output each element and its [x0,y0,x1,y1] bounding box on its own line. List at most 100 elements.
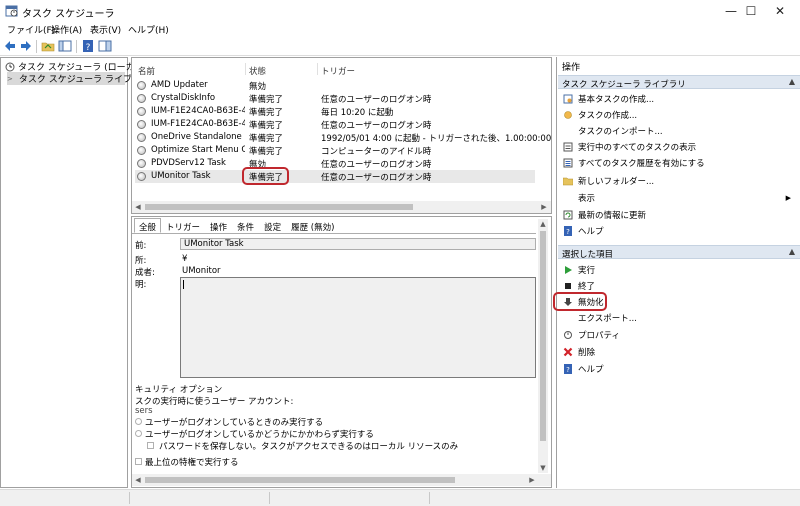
column-header-name[interactable]: 名前 [138,65,155,77]
tab-history[interactable]: 履歴 (無効) [286,218,339,233]
help-icon[interactable]: ? [81,39,95,53]
action-create-task[interactable]: タスクの作成... [563,107,637,123]
tab-settings[interactable]: 設定 [259,218,286,233]
collapse-icon[interactable]: ▲ [789,247,795,256]
column-divider[interactable] [245,63,246,75]
task-state: 準備完了 [249,134,284,144]
forward-arrow-icon[interactable] [19,39,33,53]
tree-item-library[interactable]: > タスク スケジューラ ライブラリ [7,72,150,85]
horizontal-scrollbar[interactable]: ◀ ▶ [132,474,551,486]
section-header-selected-item[interactable]: 選択した項目 ▲ [558,245,800,260]
action-import-task[interactable]: タスクのインポート... [563,123,663,139]
action-help[interactable]: ? ヘルプ [563,223,604,239]
action-delete[interactable]: 削除 [563,344,595,360]
checkbox-highest-privileges[interactable] [135,458,142,465]
action-create-basic-task[interactable]: 基本タスクの作成... [563,91,654,107]
folder-icon [563,177,573,186]
name-field[interactable]: UMonitor Task [180,238,536,250]
vertical-scrollbar[interactable]: ▲ ▼ [538,219,548,473]
menu-file[interactable]: ファイル(F) [7,23,55,36]
action-run[interactable]: 実行 [563,262,595,278]
table-row[interactable]: AMD Updater 無効 [135,79,535,92]
task-name: OneDrive Standalone Up... [151,132,245,142]
show-hide-console-tree-icon[interactable] [58,39,72,53]
clock-icon [5,62,15,71]
action-export[interactable]: エクスポート... [563,310,637,326]
task-state: 準備完了 [249,95,284,105]
tab-actions[interactable]: 操作 [205,218,232,233]
column-header-state[interactable]: 状態 [249,65,266,77]
task-scheduler-app-icon [5,5,18,17]
menu-bar: ファイル(F) 操作(A) 表示(V) ヘルプ(H) [0,22,800,37]
table-row[interactable]: IUM-F1E24CA0-B63E-4F1... 準備完了 毎日 10:20 に… [135,105,535,118]
action-label: ヘルプ [578,365,604,375]
radio-whether-logged-on[interactable] [135,430,142,437]
table-row[interactable]: CrystalDiskInfo 準備完了 任意のユーザーのログオン時 [135,92,535,105]
scroll-right-icon[interactable]: ▶ [539,202,549,212]
security-heading: キュリティ オプション [135,385,223,395]
scroll-left-icon[interactable]: ◀ [133,202,143,212]
action-label: 基本タスクの作成... [578,95,655,105]
checkbox-no-password[interactable] [147,442,154,449]
column-header-trigger[interactable]: トリガー [321,65,355,77]
scroll-down-icon[interactable]: ▼ [538,463,548,473]
action-display-running-tasks[interactable]: 実行中のすべてのタスクの表示 [563,139,696,155]
scrollbar-thumb[interactable] [540,231,546,441]
action-properties[interactable]: プロパティ [563,327,620,343]
task-icon [137,81,146,90]
table-row[interactable]: IUM-F1E24CA0-B63E-4F1... 準備完了 任意のユーザーのログ… [135,118,535,131]
scrollbar-thumb[interactable] [145,204,413,210]
collapse-icon[interactable]: ▲ [789,77,795,86]
action-new-folder[interactable]: 新しいフォルダー... [563,173,654,189]
description-field[interactable] [180,277,536,378]
action-label: 実行中のすべてのタスクの表示 [578,143,697,153]
detail-tabs: 全般 トリガー 操作 条件 設定 履歴 (無効) [134,218,339,233]
tab-triggers[interactable]: トリガー [161,218,205,233]
scroll-right-icon[interactable]: ▶ [527,475,537,485]
actions-pane: 操作 タスク スケジューラ ライブラリ ▲ 基本タスクの作成... タスクの作成… [553,57,800,488]
menu-view[interactable]: 表示(V) [90,23,121,36]
task-name: IUM-F1E24CA0-B63E-4F1... [151,119,245,129]
radio-logged-on[interactable] [135,418,142,425]
scroll-left-icon[interactable]: ◀ [133,475,143,485]
action-label: タスクの作成... [578,111,638,121]
section-header-library[interactable]: タスク スケジューラ ライブラリ ▲ [558,75,800,90]
task-trigger: 任意のユーザーのログオン時 [321,160,432,170]
horizontal-scrollbar[interactable]: ◀ ▶ [132,201,551,213]
task-trigger: 任意のユーザーのログオン時 [321,121,432,131]
table-row[interactable]: OneDrive Standalone Up... 準備完了 1992/05/0… [135,131,551,144]
table-row[interactable]: Optimize Start Menu Cac... 準備完了 コンピューターの… [135,144,535,157]
back-arrow-icon[interactable] [3,39,17,53]
console-tree: タスク スケジューラ (ローカル) > タスク スケジューラ ライブラリ [0,57,150,488]
task-icon [137,120,146,129]
submenu-arrow-icon: ▶ [785,194,791,202]
refresh-icon [563,210,573,220]
column-divider[interactable] [317,63,318,75]
action-label: 実行 [578,266,596,276]
task-state: 準備完了 [249,121,284,131]
scroll-up-icon[interactable]: ▲ [538,219,548,229]
up-folder-icon[interactable] [41,39,55,53]
action-label: ヘルプ [578,227,604,237]
properties-icon [564,331,572,339]
scrollbar-thumb[interactable] [145,477,455,483]
task-properties-pane: 全般 トリガー 操作 条件 設定 履歴 (無効) 前: UMonitor Tas… [131,216,552,488]
table-row[interactable]: PDVDServ12 Task 無効 任意のユーザーのログオン時 [135,157,535,170]
tab-divider [132,233,536,234]
tab-conditions[interactable]: 条件 [232,218,259,233]
svg-text:?: ? [86,43,91,53]
action-refresh[interactable]: 最新の情報に更新 [563,207,646,223]
action-help-selected[interactable]: ? ヘルプ [563,361,604,377]
menu-action[interactable]: 操作(A) [51,23,82,36]
action-enable-history[interactable]: すべてのタスク履歴を有効にする [563,155,705,171]
chevron-right-icon[interactable]: > [7,75,13,83]
blank-icon [563,126,573,136]
table-row-selected[interactable]: UMonitor Task 準備完了 任意のユーザーのログオン時 [135,170,535,183]
menu-help[interactable]: ヘルプ(H) [128,23,169,36]
close-button[interactable]: ✕ [760,0,800,22]
run-icon [565,266,572,274]
status-segment [270,492,430,504]
action-view[interactable]: 表示 ▶ [563,190,795,206]
show-hide-action-pane-icon[interactable] [98,39,112,53]
tab-general[interactable]: 全般 [134,218,162,233]
